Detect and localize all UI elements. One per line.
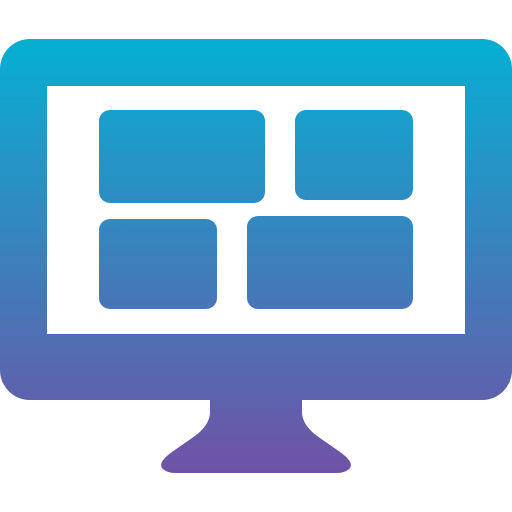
dashboard-tile-top-right [295, 110, 413, 200]
monitor-stand [161, 399, 351, 473]
dashboard-tile-bottom-left [99, 219, 217, 309]
desktop-monitor-dashboard-icon [0, 39, 512, 473]
dashboard-tile-large-bottom-right [247, 216, 413, 309]
icon-canvas [0, 0, 512, 512]
dashboard-tile-large-top-left [99, 110, 265, 203]
